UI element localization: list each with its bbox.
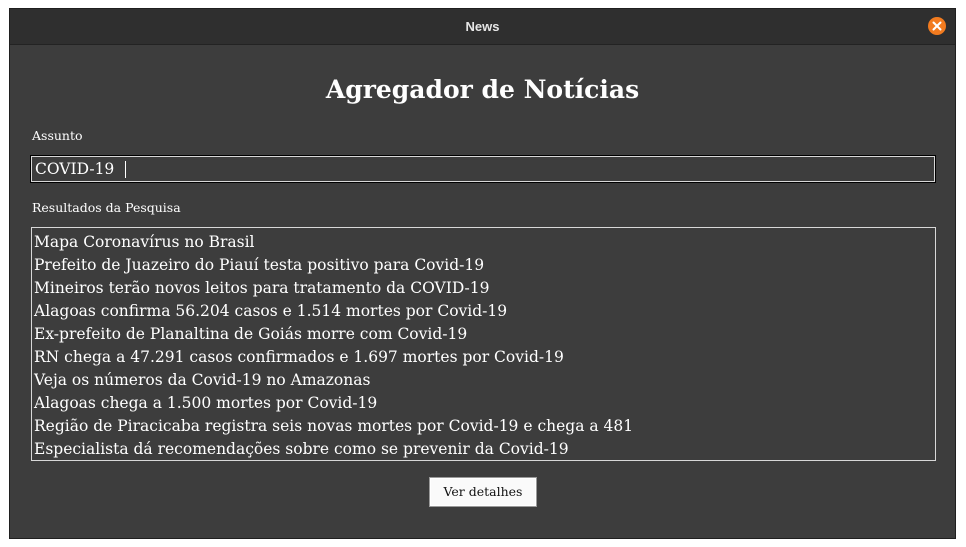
list-item[interactable]: Ex-prefeito de Planaltina de Goiás morre… — [34, 323, 935, 346]
list-item[interactable]: Região de Piracicaba registra seis novas… — [34, 415, 935, 438]
results-list[interactable]: Mapa Coronavírus no Brasil Prefeito de Ju… — [31, 227, 936, 461]
list-item[interactable]: Alagoas chega a 1.500 mortes por Covid-1… — [34, 392, 935, 415]
title-bar[interactable]: News — [10, 9, 955, 45]
results-items: Mapa Coronavírus no Brasil Prefeito de Ju… — [32, 228, 935, 460]
results-label: Resultados da Pesquisa — [32, 200, 181, 215]
app-window: News Agregador de Notícias Assunto Resul… — [9, 8, 956, 539]
page-title: Agregador de Notícias — [325, 75, 640, 104]
close-icon — [932, 21, 942, 31]
window-title: News — [465, 19, 500, 34]
subject-input-frame[interactable] — [30, 155, 937, 183]
subject-label: Assunto — [32, 128, 83, 143]
list-item[interactable]: Alagoas confirma 56.204 casos e 1.514 mo… — [34, 300, 935, 323]
list-item[interactable]: RN chega a 47.291 casos confirmados e 1.… — [34, 346, 935, 369]
list-item[interactable]: Especialista dá recomendações sobre como… — [34, 438, 935, 460]
list-item[interactable]: Veja os números da Covid-19 no Amazonas — [34, 369, 935, 392]
list-item[interactable]: Prefeito de Juazeiro do Piauí testa posi… — [34, 254, 935, 277]
text-caret — [125, 161, 126, 178]
list-item[interactable]: Mineiros terão novos leitos para tratame… — [34, 277, 935, 300]
list-item[interactable]: Mapa Coronavírus no Brasil — [34, 231, 935, 254]
close-button[interactable] — [928, 17, 946, 35]
subject-input[interactable] — [33, 158, 937, 180]
details-button[interactable]: Ver detalhes — [429, 477, 537, 507]
